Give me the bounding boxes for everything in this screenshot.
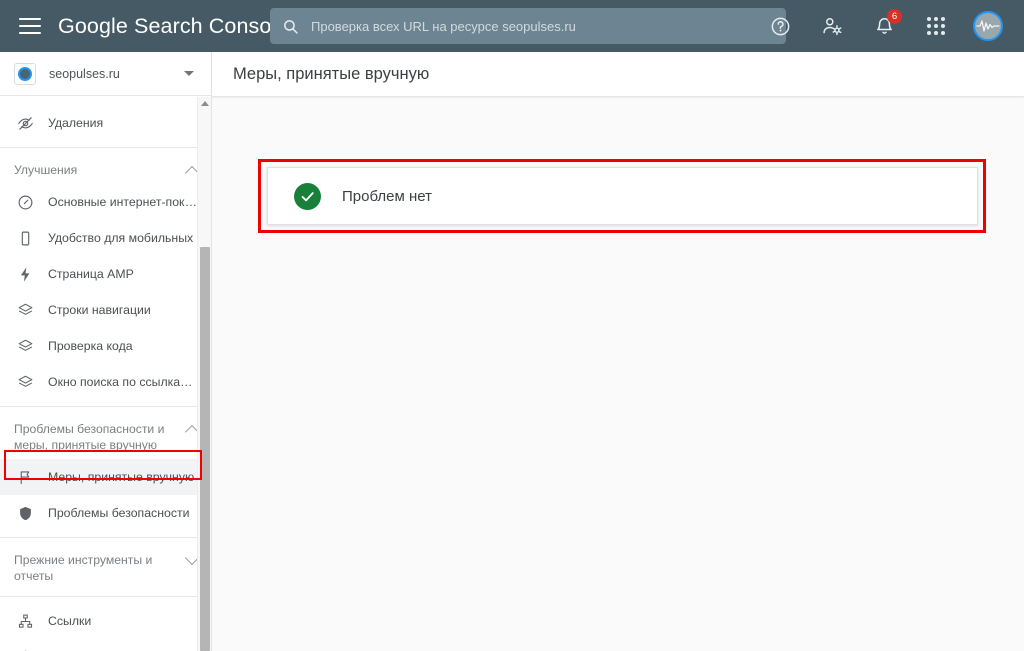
sidebar-item-links-label: Ссылки bbox=[48, 614, 92, 628]
sidebar-item-breadcrumbs[interactable]: Строки навигации bbox=[0, 292, 211, 328]
search-bar[interactable] bbox=[270, 8, 786, 44]
content-body: Проблем нет bbox=[212, 97, 1024, 233]
search-input[interactable] bbox=[311, 15, 751, 37]
property-name: seopulses.ru bbox=[49, 66, 120, 81]
sidebar: seopulses.ru Удаления Улучшения Основные… bbox=[0, 52, 212, 651]
app-brand-title: Google Search Console bbox=[58, 14, 288, 39]
sidebar-divider-1 bbox=[0, 147, 211, 148]
top-bar-icons: 6 bbox=[754, 0, 1014, 52]
sidebar-group-improvements-title: Улучшения bbox=[14, 163, 78, 177]
layers-icon bbox=[14, 299, 36, 321]
sidebar-nav: Удаления Улучшения Основные интернет-пок… bbox=[0, 97, 211, 651]
sidebar-item-core-web-vitals-label: Основные интернет-показ… bbox=[48, 195, 198, 209]
sidebar-item-settings[interactable]: Настройки bbox=[0, 639, 211, 651]
top-bar: Google Search Console Проверка всех URL … bbox=[0, 0, 1024, 52]
shield-icon bbox=[14, 502, 36, 524]
sidebar-item-links[interactable]: Ссылки bbox=[0, 603, 211, 639]
mobile-icon bbox=[14, 227, 36, 249]
search-icon bbox=[282, 18, 299, 35]
notifications-badge: 6 bbox=[887, 9, 902, 24]
main-content: Меры, принятые вручную Проблем нет bbox=[212, 52, 1024, 651]
sidebar-item-core-web-vitals[interactable]: Основные интернет-показ… bbox=[0, 184, 211, 220]
sidebar-divider-2 bbox=[0, 406, 211, 407]
status-card-text: Проблем нет bbox=[342, 187, 432, 205]
sidebar-group-security[interactable]: Проблемы безопасности и меры, принятые в… bbox=[0, 413, 211, 459]
page-header: Меры, принятые вручную bbox=[212, 52, 1024, 97]
sidebar-group-improvements[interactable]: Улучшения bbox=[0, 154, 211, 184]
sidebar-scrollbar[interactable] bbox=[197, 97, 211, 651]
sidebar-item-removals-label: Удаления bbox=[48, 116, 104, 130]
sidebar-group-security-title: Проблемы безопасности и меры, принятые в… bbox=[14, 422, 165, 452]
site-logo-icon bbox=[14, 62, 36, 85]
page-title: Меры, принятые вручную bbox=[233, 64, 430, 83]
sitemap-icon bbox=[14, 97, 36, 98]
sidebar-group-legacy-tools-title: Прежние инструменты и отчеты bbox=[14, 553, 153, 583]
layers-icon bbox=[14, 335, 36, 357]
bolt-icon bbox=[14, 263, 36, 285]
sidebar-item-sitelinks-searchbox-label: Окно поиска по ссылкам с… bbox=[48, 375, 198, 389]
sidebar-item-amp[interactable]: Страница AMP bbox=[0, 256, 211, 292]
sidebar-scrollbar-thumb[interactable] bbox=[200, 247, 210, 651]
help-icon[interactable] bbox=[760, 6, 800, 46]
speedometer-icon bbox=[14, 191, 36, 213]
sidebar-divider-3 bbox=[0, 537, 211, 538]
chevron-down-icon[interactable] bbox=[184, 71, 194, 76]
sidebar-item-breadcrumbs-label: Строки навигации bbox=[48, 303, 151, 317]
app-root: Google Search Console Проверка всех URL … bbox=[0, 0, 1024, 651]
sidebar-item-code-check[interactable]: Проверка кода bbox=[0, 328, 211, 364]
brand-search-console: Search Console bbox=[127, 13, 289, 38]
sidebar-item-code-check-label: Проверка кода bbox=[48, 339, 133, 353]
sidebar-item-amp-label: Страница AMP bbox=[48, 267, 134, 281]
sidebar-item-manual-actions[interactable]: Меры, принятые вручную bbox=[0, 459, 211, 495]
sidebar-item-manual-actions-label: Меры, принятые вручную bbox=[48, 470, 195, 484]
links-tree-icon bbox=[14, 610, 36, 632]
sidebar-item-mobile-usability-label: Удобство для мобильных bbox=[48, 231, 194, 245]
sidebar-divider-4 bbox=[0, 596, 211, 597]
scroll-up-arrow-icon[interactable] bbox=[200, 101, 209, 106]
sidebar-item-clipped[interactable] bbox=[0, 97, 211, 105]
brand-google: Google bbox=[58, 13, 128, 38]
account-settings-icon[interactable] bbox=[812, 6, 852, 46]
notifications-bell-icon[interactable]: 6 bbox=[864, 6, 904, 46]
flag-icon bbox=[14, 466, 36, 488]
layers-icon bbox=[14, 371, 36, 393]
sidebar-item-sitelinks-searchbox[interactable]: Окно поиска по ссылкам с… bbox=[0, 364, 211, 400]
check-circle-icon bbox=[294, 182, 321, 210]
sidebar-item-mobile-usability[interactable]: Удобство для мобильных bbox=[0, 220, 211, 256]
eye-off-icon bbox=[14, 112, 36, 134]
manual-actions-status-card[interactable]: Проблем нет bbox=[267, 167, 978, 225]
property-selector[interactable]: seopulses.ru bbox=[0, 52, 211, 96]
sidebar-item-security-issues-label: Проблемы безопасности bbox=[48, 506, 190, 520]
user-avatar[interactable] bbox=[968, 6, 1008, 46]
hamburger-menu-icon[interactable] bbox=[19, 18, 41, 34]
sidebar-item-removals[interactable]: Удаления bbox=[0, 105, 211, 141]
apps-grid-icon[interactable] bbox=[916, 6, 956, 46]
sidebar-item-security-issues[interactable]: Проблемы безопасности bbox=[0, 495, 211, 531]
sidebar-group-legacy-tools[interactable]: Прежние инструменты и отчеты bbox=[0, 544, 211, 590]
gear-icon bbox=[14, 646, 36, 651]
